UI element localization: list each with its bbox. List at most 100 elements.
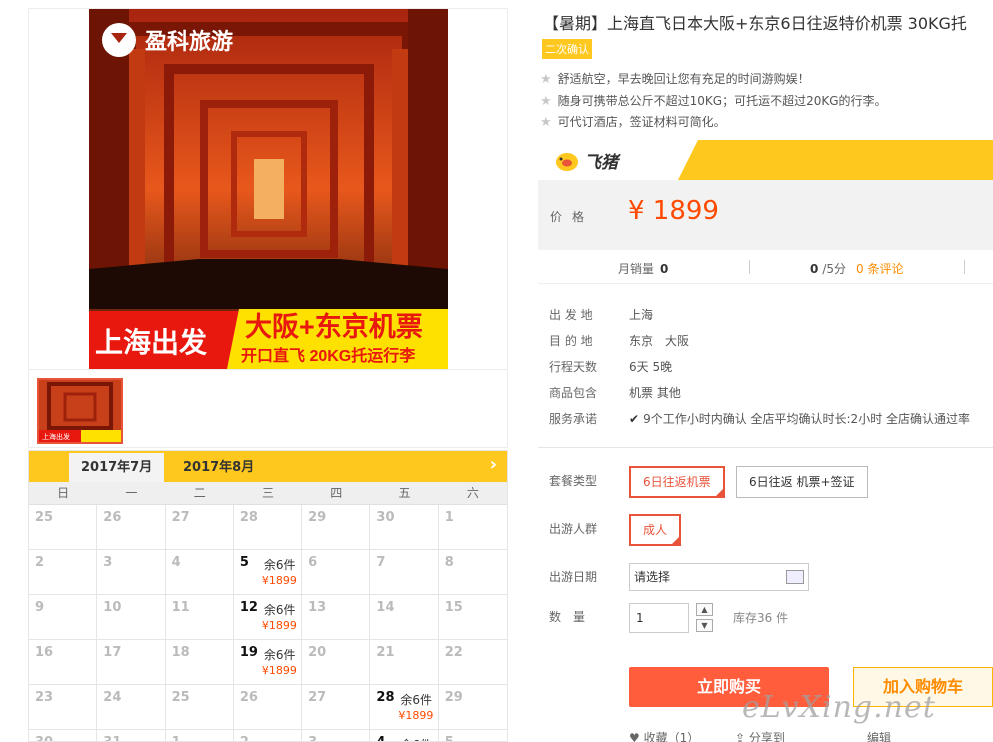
weekday-label: 六: [466, 486, 479, 500]
date-picker-text: 请选择: [634, 570, 671, 584]
calendar-day-number: 31: [103, 735, 121, 741]
weekday-label: 一: [125, 486, 138, 500]
favorite-action[interactable]: ♥ 收藏（1）: [629, 729, 699, 742]
tab-august[interactable]: 2017年8月: [171, 453, 266, 482]
calendar-day-cell: 24: [97, 685, 166, 730]
calendar-grid: 25 26 27 28 29 30 1 2 3 4 5 余6件 ¥1899 6 7 8 9 10 11 12 余6件 ¥1…: [29, 505, 507, 741]
calendar-day-number: 23: [35, 690, 54, 705]
thumbnail-item[interactable]: 上海出发: [37, 378, 123, 444]
chevron-right-icon[interactable]: ›: [490, 454, 497, 475]
calendar-day-cell: 13: [302, 595, 371, 640]
calendar-day-number: 27: [171, 510, 190, 525]
rating-suffix: /5分: [822, 262, 847, 276]
info-label: 目 的 地: [549, 334, 593, 348]
calendar-day-stock: 余6件: [400, 693, 433, 707]
calendar-day-cell: 1: [166, 730, 234, 741]
share-label: 分享到: [748, 731, 785, 742]
feature-text: 可代订酒店，签证材料可简化。: [557, 115, 726, 129]
calendar-day-cell[interactable]: 5 余6件 ¥1899: [233, 550, 303, 595]
calendar-day-price: ¥1899: [261, 574, 297, 587]
quantity-input[interactable]: 1: [629, 603, 689, 633]
info-destination: 目 的 地 东京 大阪: [549, 332, 689, 349]
star-icon: ★: [540, 115, 552, 130]
package-label: 套餐类型: [549, 474, 598, 488]
traveler-option-adult[interactable]: 成人: [629, 514, 682, 546]
info-departure: 出 发 地 上海: [549, 306, 653, 323]
calendar-day-stock: 余6件: [400, 736, 432, 741]
share-action[interactable]: ⇪ 分享到: [735, 729, 785, 742]
info-value: 6天 5晚: [629, 360, 673, 374]
share-icon: ⇪: [735, 731, 749, 742]
calendar-day-cell: 3: [97, 550, 166, 595]
calendar-day-number: 2: [240, 735, 249, 741]
package-option-flight-visa[interactable]: 6日往返 机票+签证: [736, 466, 868, 498]
monthly-sales: 月销量 0: [618, 260, 668, 277]
calendar-day-cell: 23: [29, 685, 98, 730]
calendar-day-cell: 5: [439, 730, 507, 741]
info-label: 行程天数: [549, 360, 598, 374]
weekday-label: 三: [261, 486, 274, 500]
calendar-day-cell: 1: [438, 505, 507, 550]
info-includes: 商品包含 机票 其他: [549, 384, 681, 401]
date-picker-input[interactable]: 请选择: [629, 563, 809, 591]
calendar-day-cell[interactable]: 28 余6件 ¥1899: [370, 685, 439, 730]
calendar-day-cell[interactable]: 12 余6件 ¥1899: [233, 595, 303, 640]
info-value: 东京 大阪: [629, 334, 690, 348]
check-circle-icon: ✔: [629, 412, 640, 426]
calendar-day-number: 7: [376, 555, 386, 570]
calendar-day-number: 6: [308, 555, 318, 570]
calendar-day-number: 24: [103, 690, 122, 705]
calendar-day-cell[interactable]: 19 余6件 ¥1899: [233, 640, 303, 685]
quantity-down-icon[interactable]: ▼: [696, 619, 713, 632]
main-product-image[interactable]: 盈科旅游 上海出发 大阪+东京机票 开口直飞 20KG托运行李: [89, 9, 448, 369]
edit-action[interactable]: 编辑: [867, 729, 891, 742]
star-icon: ★: [540, 72, 552, 87]
calendar-day-number: 3: [103, 555, 113, 570]
calendar-day-number: 27: [308, 690, 327, 705]
calendar-day-cell: 6: [302, 550, 371, 595]
calendar-day-cell: 14: [370, 595, 439, 640]
banner-feature-text: 开口直飞 20KG托运行李: [241, 346, 416, 365]
weekday-label: 四: [330, 486, 343, 500]
calendar-day-number: 10: [103, 600, 122, 615]
calendar-day-stock: 余6件: [263, 603, 296, 617]
tab-july[interactable]: 2017年7月: [69, 453, 165, 482]
info-service: 服务承诺 ✔ 9个工作小时内确认 全店平均确认时长:2小时 全店确认通过率: [549, 410, 970, 427]
traveler-label: 出游人群: [549, 522, 598, 536]
calendar-icon[interactable]: [786, 570, 804, 584]
banner-departure-text: 上海出发: [95, 326, 207, 358]
info-value: 9个工作小时内确认 全店平均确认时长:2小时 全店确认通过率: [643, 412, 971, 426]
departure-calendar: 2017年7月 2017年8月 › 日 一 二 三 四 五 六 25 26 27 28…: [28, 450, 508, 742]
calendar-day-number: 12: [239, 600, 258, 615]
calendar-day-cell: 20: [302, 640, 371, 685]
quantity-up-icon[interactable]: ▲: [696, 603, 713, 616]
package-option-flight[interactable]: 6日往返机票: [629, 466, 725, 498]
section-divider: [538, 447, 993, 448]
calendar-day-number: 2: [35, 555, 45, 570]
calendar-day-number: 1: [444, 510, 454, 525]
feature-text: 舒适航空，早去晚回让您有充足的时间游购娱！: [557, 72, 810, 86]
calendar-day-number: 29: [444, 690, 463, 705]
calendar-day-cell: 29: [438, 685, 507, 730]
thumbnail-caption: 上海出发: [42, 432, 70, 441]
info-value: 上海: [629, 308, 654, 322]
calendar-day-number: 19: [239, 645, 258, 660]
calendar-day-cell: 26: [233, 685, 303, 730]
banner-route-text: 大阪+东京机票: [245, 311, 423, 342]
calendar-day-stock: 余6件: [263, 558, 296, 572]
feature-item: ★ 可代订酒店，签证材料可简化。: [540, 113, 726, 130]
calendar-day-number: 29: [308, 510, 327, 525]
calendar-day-price: ¥1899: [398, 709, 434, 722]
calendar-day-cell: 15: [438, 595, 507, 640]
info-value: 机票 其他: [629, 386, 681, 400]
calendar-day-cell: 30: [370, 505, 439, 550]
review-count-link[interactable]: 0 条评论: [856, 262, 903, 276]
calendar-day-cell[interactable]: 4 余6件: [370, 730, 439, 741]
calendar-day-cell: 2: [29, 550, 98, 595]
fliggy-brand: 飞猪: [554, 148, 618, 173]
calendar-day-number: 26: [239, 690, 258, 705]
info-label: 商品包含: [549, 386, 598, 400]
calendar-day-price: ¥1899: [261, 619, 297, 632]
calendar-day-cell: 7: [370, 550, 439, 595]
calendar-day-cell: 25: [165, 685, 234, 730]
